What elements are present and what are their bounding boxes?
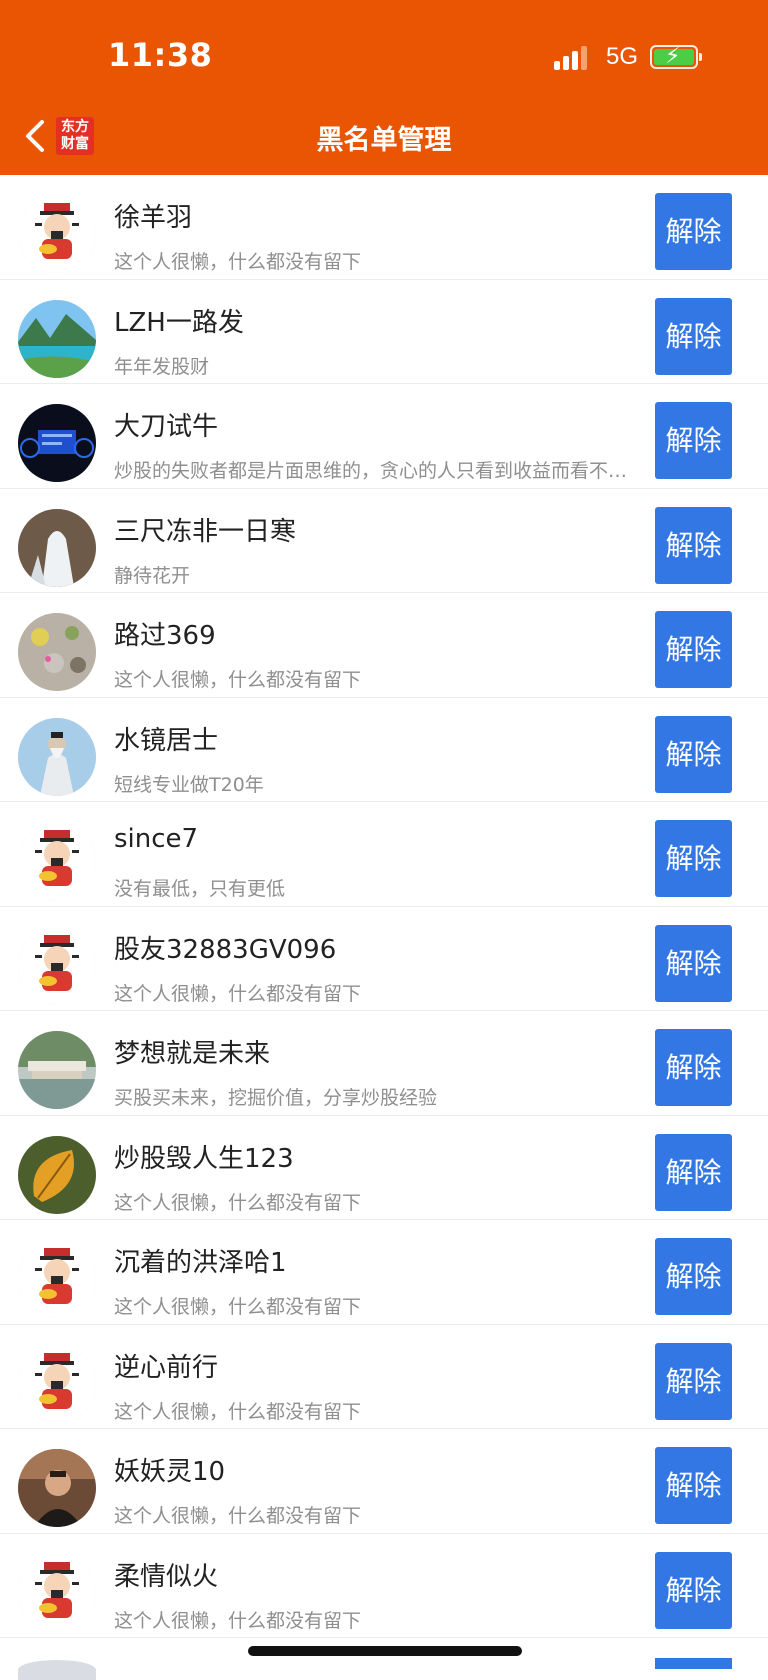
avatar[interactable]: [18, 1240, 96, 1318]
list-item[interactable]: 三尺冻非一日寒静待花开 解除: [0, 488, 768, 593]
avatar[interactable]: [18, 1449, 96, 1527]
user-signature: 这个人很懒，什么都没有留下: [114, 982, 362, 1005]
user-name[interactable]: 炒股毁人生123: [114, 1138, 294, 1175]
user-signature: 这个人很懒，什么都没有留下: [114, 251, 362, 273]
avatar[interactable]: [18, 1344, 96, 1423]
user-signature: 买股买未来，挖掘价值，分享炒股经验: [114, 1087, 438, 1109]
user-name[interactable]: 梦想就是未来: [114, 1033, 270, 1070]
user-signature: 这个人很懒，什么都没有留下: [114, 669, 362, 691]
unblock-button[interactable]: 解除: [655, 924, 732, 1002]
list-item[interactable]: since7 没有最低，只有更低 解除: [0, 802, 768, 907]
user-name[interactable]: LZH一路发: [114, 302, 244, 339]
unblock-button[interactable]: 解除: [655, 611, 732, 688]
nav-header: 11:38 5G ⚡ 东方 财富 黑名单管理: [0, 0, 768, 175]
user-name[interactable]: 大刀试牛: [114, 406, 218, 443]
unblock-button[interactable]: 解除: [655, 1447, 732, 1524]
user-name[interactable]: 逆心前行: [114, 1347, 218, 1384]
user-name[interactable]: 三尺冻非一日寒: [114, 511, 296, 548]
user-signature: 这个人很懒，什么都没有留下: [114, 1609, 362, 1632]
list-item[interactable]: 沉着的洪泽哈1 这个人很懒，什么都没有留下 解除: [0, 1220, 768, 1325]
user-signature: 这个人很懒，什么都没有留下: [114, 1296, 362, 1318]
unblock-button[interactable]: 解除: [655, 297, 732, 375]
list-item[interactable]: 逆心前行这个人很懒，什么都没有留下 解除: [0, 1324, 768, 1429]
unblock-button[interactable]: 解除: [655, 402, 732, 479]
list-item[interactable]: 妖妖灵10 这个人很懒，什么都没有留下 解除: [0, 1429, 768, 1534]
user-name[interactable]: 路过369: [114, 615, 216, 652]
user-signature: 这个人很懒，什么都没有留下: [114, 1400, 362, 1423]
list-item[interactable]: 路过369 这个人很懒，什么都没有留下 解除: [0, 593, 768, 698]
user-name[interactable]: since7: [114, 824, 198, 854]
avatar[interactable]: [18, 195, 96, 273]
network-type: 5G: [605, 43, 638, 70]
page-title: 黑名单管理: [316, 125, 452, 156]
signal-icon: [553, 44, 590, 70]
status-indicators: 5G ⚡: [553, 40, 702, 74]
unblock-button[interactable]: 解除: [655, 1551, 732, 1629]
list-item[interactable]: 水镜居士短线专业做T20年 解除: [0, 697, 768, 802]
avatar[interactable]: [18, 404, 96, 482]
unblock-button[interactable]: 解除: [655, 506, 732, 584]
unblock-button[interactable]: 解除: [655, 1133, 732, 1211]
user-signature: 炒股的失败者都是片面思维的，贪心的人只看到收益而看不到风险: [114, 460, 634, 482]
unblock-button[interactable]: 解除: [655, 1029, 732, 1106]
avatar[interactable]: [18, 926, 96, 1005]
user-signature: 年年发股财: [114, 355, 210, 378]
unblock-button[interactable]: [655, 1658, 732, 1669]
user-name[interactable]: 沉着的洪泽哈1: [114, 1242, 287, 1279]
avatar[interactable]: [18, 508, 96, 587]
avatar[interactable]: [18, 1031, 96, 1109]
user-signature: 静待花开: [114, 564, 191, 587]
battery-charging-icon: ⚡: [650, 44, 702, 69]
unblock-button[interactable]: 解除: [655, 193, 732, 270]
avatar[interactable]: [18, 717, 96, 796]
user-signature: 短线专业做T20年: [114, 773, 264, 796]
unblock-button[interactable]: 解除: [655, 1342, 732, 1420]
user-name[interactable]: 水镜居士: [114, 720, 218, 757]
user-signature: 没有最低，只有更低: [114, 878, 286, 900]
user-name[interactable]: 柔情似火: [114, 1556, 218, 1593]
unblock-button[interactable]: 解除: [655, 1238, 732, 1315]
list-item[interactable]: LZH一路发年年发股财 解除: [0, 279, 768, 384]
list-item[interactable]: 梦想就是未来买股买未来，挖掘价值，分享炒股经验 解除: [0, 1011, 768, 1116]
avatar: [18, 1660, 96, 1680]
avatar[interactable]: [18, 822, 96, 900]
blacklist: 徐羊羽 这个人很懒，什么都没有留下 解除 LZH一路发 年年发股财 解除 大刀试牛 炒股的失败…: [0, 175, 768, 1638]
avatar[interactable]: [18, 1553, 96, 1632]
user-name[interactable]: 徐羊羽: [114, 197, 192, 234]
list-item[interactable]: 大刀试牛炒股的失败者都是片面思维的，贪心的人只看到收益而看不到风险 解除: [0, 384, 768, 489]
list-item[interactable]: 柔情似火这个人很懒，什么都没有留下 解除: [0, 1533, 768, 1638]
avatar[interactable]: [18, 299, 96, 378]
unblock-button[interactable]: 解除: [655, 820, 732, 897]
list-item[interactable]: 炒股毁人生123 这个人很懒，什么都没有留下 解除: [0, 1115, 768, 1220]
home-indicator: [248, 1646, 522, 1656]
status-time: 11:38: [108, 36, 213, 74]
avatar[interactable]: [18, 1135, 96, 1214]
list-item[interactable]: 股友32883GV096 这个人很懒，什么都没有留下 解除: [0, 906, 768, 1011]
user-signature: 这个人很懒，什么都没有留下: [114, 1191, 362, 1214]
list-item[interactable]: 徐羊羽这个人很懒，什么都没有留下 解除: [0, 175, 768, 280]
avatar[interactable]: [18, 613, 96, 691]
user-signature: 这个人很懒，什么都没有留下: [114, 1505, 362, 1527]
user-name[interactable]: 股友32883GV096: [114, 929, 336, 966]
user-name[interactable]: 妖妖灵10: [114, 1451, 225, 1488]
unblock-button[interactable]: 解除: [655, 715, 732, 793]
